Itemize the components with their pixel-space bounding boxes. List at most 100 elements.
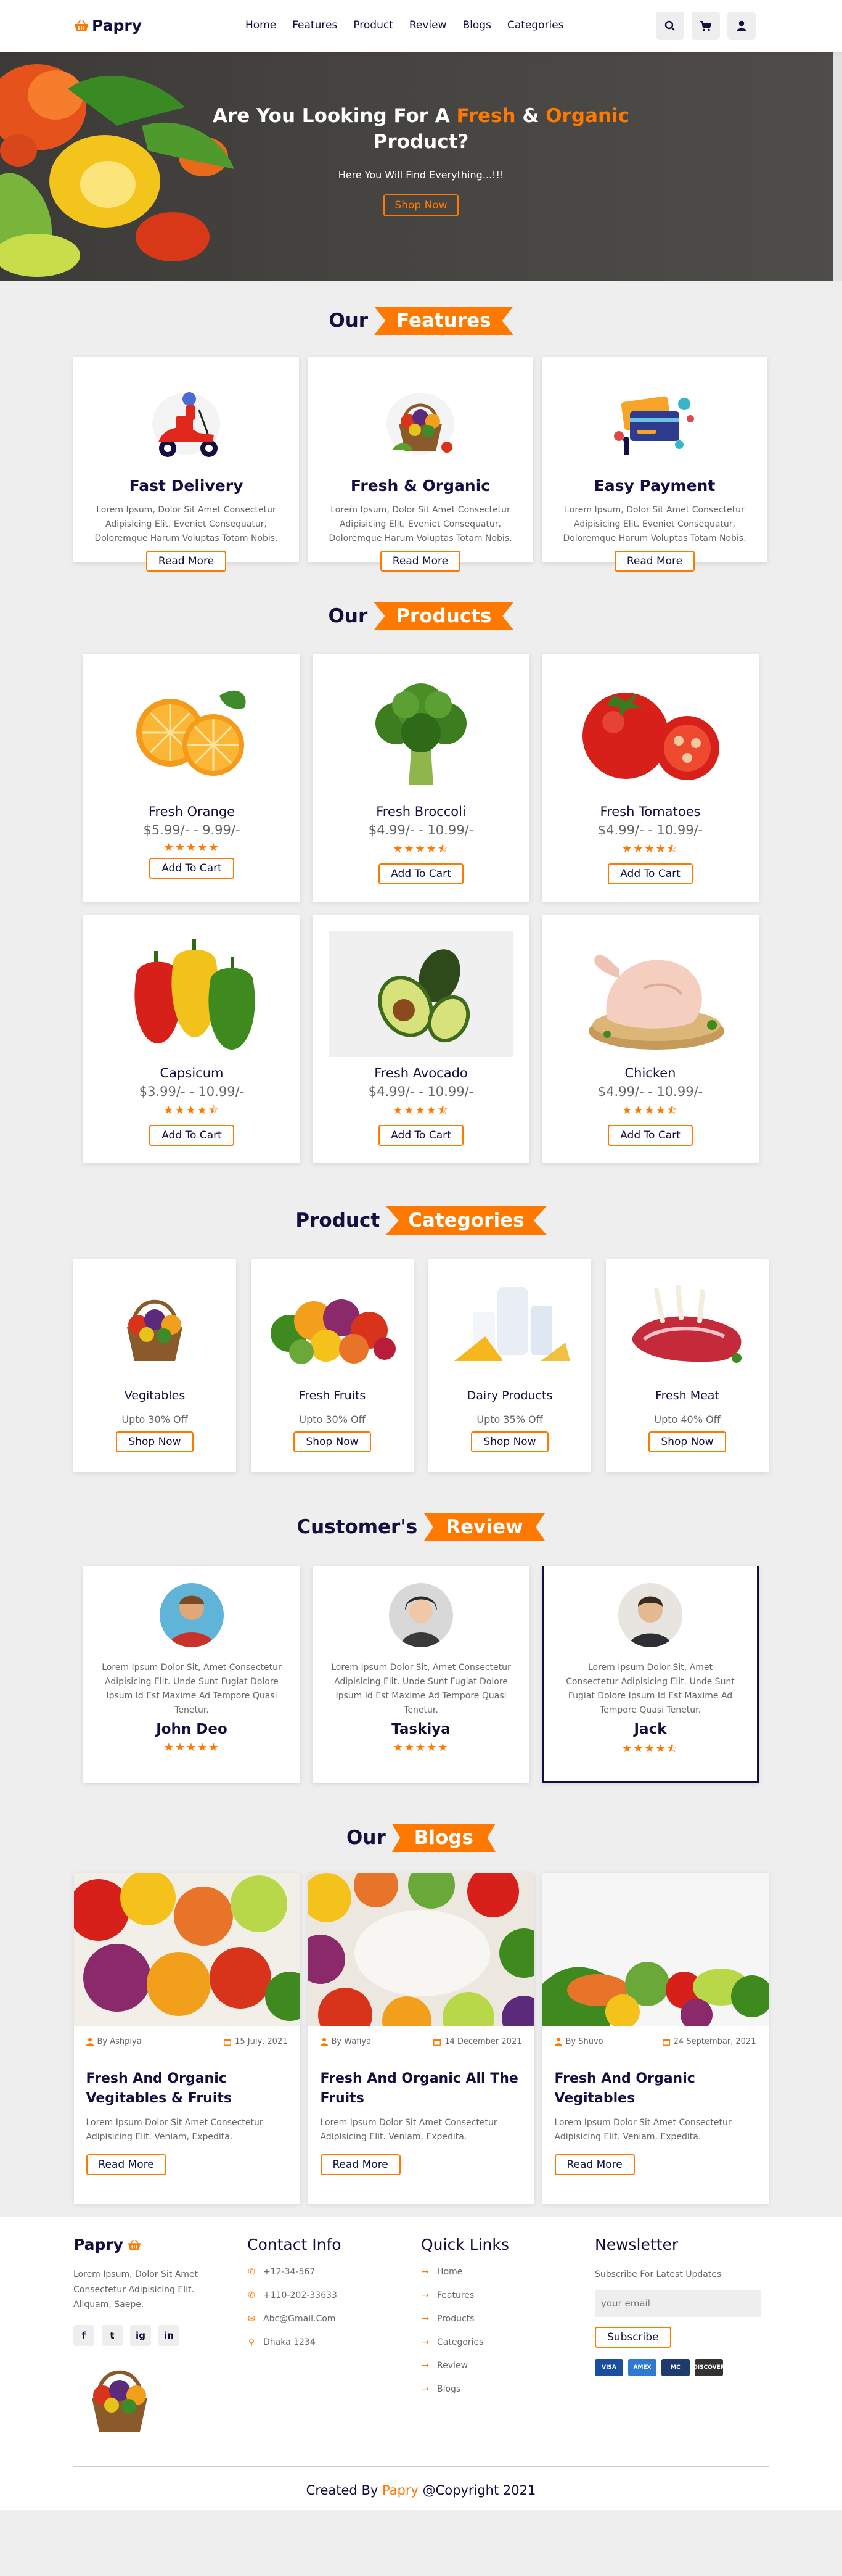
blogs-heading-b: Blogs [391,1824,496,1852]
nav-blogs[interactable]: Blogs [463,19,491,31]
reviews-heading-b: Review [423,1513,546,1541]
blog-title[interactable]: Fresh And Organic All The Fruits [321,2069,522,2109]
nav-review[interactable]: Review [409,19,447,31]
nav-features[interactable]: Features [292,19,337,31]
product-rating-stars: ★★★★⯪ [163,1104,220,1117]
blog-read-more-button[interactable]: Read More [320,2154,401,2175]
product-price: $5.99/- - 9.99/- [143,823,240,837]
subscribe-button[interactable]: Subscribe [595,2326,671,2348]
hero-title-pre: Are You Looking For A [212,105,457,127]
reviewer-name: Jack [634,1721,667,1738]
user-button[interactable] [727,12,756,40]
product-rating-stars: ★★★★⯪ [622,842,679,855]
category-shop-now-button[interactable]: Shop Now [471,1431,549,1452]
categories-heading: Product Categories [73,1206,769,1235]
blog-title[interactable]: Fresh And Organic Vegitables & Fruits [86,2069,288,2109]
contact-email[interactable]: ✉ Abc@Gmail.Com [247,2314,421,2324]
footer-link-home[interactable]: → Home [421,2267,595,2277]
footer-link-review[interactable]: → Review [421,2361,595,2371]
newsletter-email-input[interactable] [595,2289,761,2317]
feature-text: Lorem Ipsum, Dolor Sit Amet Consectetur … [329,505,512,544]
footer-link-blogs[interactable]: → Blogs [421,2384,595,2394]
envelope-icon: ✉ [248,2314,255,2324]
blog-date-text: 15 July, 2021 [235,2037,288,2046]
feature-card: Easy Payment Lorem Ipsum, Dolor Sit Amet… [542,357,767,572]
features-heading-b: Features [374,307,513,335]
blog-date-text: 14 December 2021 [444,2037,522,2046]
credit-prefix: Created By [306,2483,382,2498]
instagram-icon[interactable]: ig [130,2324,151,2346]
product-card: Fresh Tomatoes $4.99/- - 10.99/- ★★★★⯪ A… [542,654,759,902]
blog-read-more-button[interactable]: Read More [554,2154,635,2175]
category-card: Vegitables Upto 30% Off Shop Now [73,1259,236,1472]
review-text: Lorem Ipsum Dolor Sit, Amet Consectetur … [566,1663,735,1716]
category-shop-now-button[interactable]: Shop Now [648,1431,726,1452]
hero-shop-now-button[interactable]: Shop Now [383,194,459,216]
contact-phone-1-text: +12-34-567 [263,2267,316,2277]
nav-home[interactable]: Home [245,19,276,31]
nav-product[interactable]: Product [353,19,393,31]
product-card: Chicken $4.99/- - 10.99/- ★★★★⯪ Add To C… [542,915,759,1163]
category-shop-now-button[interactable]: Shop Now [293,1431,371,1452]
feature-read-more-button[interactable]: Read More [145,551,227,572]
footer-link-features[interactable]: → Features [421,2290,595,2300]
footer-link-products[interactable]: → Products [421,2314,595,2324]
credit-brand[interactable]: Papry [382,2483,419,2498]
blog-read-more-button[interactable]: Read More [86,2154,166,2175]
product-name: Fresh Orange [148,804,235,819]
contact-phone-1[interactable]: ✆ +12-34-567 [247,2267,421,2277]
product-price: $4.99/- - 10.99/- [368,823,474,837]
reviews-grid: Lorem Ipsum Dolor Sit, Amet Consectetur … [73,1566,769,1783]
footer-basket-image [92,2370,147,2432]
add-to-cart-button[interactable]: Add To Cart [149,858,234,879]
contact-phone-2-text: +110-202-33633 [263,2290,337,2300]
contact-phone-2[interactable]: ✆ +110-202-33633 [247,2290,421,2300]
twitter-icon[interactable]: t [102,2324,123,2346]
add-to-cart-button[interactable]: Add To Cart [378,863,464,884]
add-to-cart-button[interactable]: Add To Cart [608,1125,693,1146]
blogs-heading: Our Blogs [73,1824,769,1852]
product-image-broccoli [329,670,513,796]
product-price: $3.99/- - 10.99/- [139,1084,245,1099]
add-to-cart-button[interactable]: Add To Cart [378,1125,464,1146]
add-to-cart-button[interactable]: Add To Cart [149,1125,234,1146]
amex-card-icon: AMEX [628,2358,656,2376]
feature-read-more-button[interactable]: Read More [614,551,695,572]
blog-title[interactable]: Fresh And Organic Vegitables [555,2069,756,2109]
footer-link-label: Categories [437,2337,484,2347]
footer-links-column: Quick Links → Home → Features → Products → C… [421,2236,595,2437]
user-icon [737,20,746,31]
organic-basket-icon [386,393,454,455]
product-image-chicken [558,931,742,1057]
blog-author-text: By Shuvo [565,2037,603,2046]
cart-button[interactable] [692,12,720,40]
footer-link-label: Products [437,2314,475,2324]
add-to-cart-button[interactable]: Add To Cart [608,863,693,884]
linkedin-icon[interactable]: in [158,2324,179,2346]
blog-author-text: By Wafiya [331,2037,372,2046]
category-card: Dairy Products Upto 35% Off Shop Now [428,1259,591,1472]
products-grid: Fresh Orange $5.99/- - 9.99/- ★★★★★ Add … [73,654,769,1163]
category-shop-now-button[interactable]: Shop Now [116,1431,194,1452]
basket-icon [75,19,88,31]
calendar-icon [433,2039,441,2046]
category-name: Vegitables [124,1389,186,1402]
contact-address[interactable]: ⚲ Dhaka 1234 [247,2337,421,2347]
search-button[interactable] [656,12,684,40]
phone-icon: ✆ [248,2267,255,2277]
footer-link-categories[interactable]: → Categories [421,2337,595,2347]
nav-categories[interactable]: Categories [507,19,564,31]
category-image-fruits [261,1272,403,1376]
visa-card-icon: VISA [595,2358,623,2376]
brand-logo[interactable]: Papry [73,17,142,35]
blog-author: By Wafiya [320,2037,372,2046]
feature-read-more-button[interactable]: Read More [380,551,461,572]
blog-excerpt: Lorem Ipsum Dolor Sit Amet Consectetur A… [86,2117,263,2142]
feature-card: Fresh & Organic Lorem Ipsum, Dolor Sit A… [308,357,533,572]
hero-subtitle: Here You Will Find Everything...!!! [338,168,504,181]
facebook-icon[interactable]: f [73,2324,94,2346]
user-icon [554,2038,562,2046]
scrollbar[interactable] [833,52,842,281]
feature-text: Lorem Ipsum, Dolor Sit Amet Consectetur … [563,505,746,544]
main-nav: Home Features Product Review Blogs Categ… [245,19,564,31]
